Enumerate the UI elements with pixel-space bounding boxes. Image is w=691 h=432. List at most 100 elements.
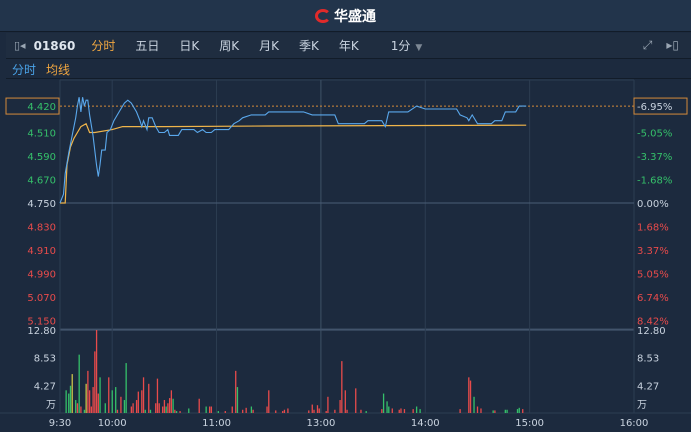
volume-bar	[76, 403, 79, 413]
volume-bar	[365, 411, 367, 413]
volume-bar	[174, 409, 176, 413]
volume-bar	[386, 401, 388, 413]
volume-bar	[125, 363, 127, 413]
volume-bar	[92, 387, 94, 413]
volume-bar	[137, 391, 139, 413]
volume-bar	[78, 354, 80, 413]
volume-bar	[360, 409, 362, 413]
volume-bar	[85, 383, 87, 413]
volume-bar	[208, 406, 211, 413]
volume-bar	[381, 409, 383, 413]
volume-bar	[80, 406, 82, 413]
volume-bar	[469, 380, 472, 413]
volume-bar	[65, 390, 67, 413]
volume-bar	[388, 406, 390, 413]
volume-bar	[170, 390, 173, 413]
time-tick-label: 14:00	[411, 418, 440, 429]
volume-bar	[398, 409, 400, 413]
volume-bar	[142, 377, 145, 413]
volume-bar	[327, 396, 329, 413]
volume-bar	[344, 390, 346, 413]
price-tick-label: 4.670	[27, 176, 56, 187]
volume-bar	[235, 370, 237, 413]
time-tick-label: 10:00	[98, 418, 127, 429]
volume-bar	[287, 408, 289, 413]
volume-bar	[318, 408, 320, 413]
volume-bar	[156, 378, 159, 413]
price-tick-label: 4.590	[27, 152, 56, 163]
pct-tick-label: 6.74%	[637, 293, 669, 304]
time-tick-label: 9:30	[49, 418, 71, 429]
volume-bar	[480, 408, 482, 413]
volume-bar	[419, 409, 421, 413]
volume-bar	[158, 403, 160, 413]
volume-bar	[242, 409, 244, 413]
volume-bar	[283, 409, 286, 413]
volume-bar	[198, 398, 200, 413]
volume-tick-label: 4.27	[637, 381, 659, 392]
volume-bar	[168, 398, 171, 413]
volume-bar	[162, 406, 164, 413]
volume-bar	[188, 408, 190, 413]
time-tick-label: 13:00	[306, 418, 335, 429]
pct-tick-label: 0.00%	[637, 199, 669, 210]
volume-bar	[71, 374, 73, 413]
volume-bar	[346, 409, 348, 413]
volume-bar	[415, 406, 418, 413]
volume-bar	[224, 411, 226, 413]
volume-bar	[313, 409, 315, 413]
volume-bar	[108, 377, 110, 413]
price-tick-label: 4.510	[27, 129, 56, 140]
pct-tick-label: -3.37%	[637, 152, 672, 163]
volume-bar	[494, 410, 496, 413]
volume-bar	[141, 390, 143, 413]
volume-bar	[275, 410, 277, 413]
volume-bar	[236, 387, 239, 413]
price-tick-label: 4.830	[27, 223, 56, 234]
volume-bar	[111, 390, 113, 413]
volume-bar	[167, 403, 169, 413]
volume-bar	[252, 409, 254, 413]
volume-bar	[75, 400, 77, 413]
volume-bar	[468, 377, 470, 413]
price-tick-label: 4.990	[27, 270, 56, 281]
volume-bar	[97, 393, 99, 413]
volume-unit-label: 万	[46, 400, 56, 411]
pct-tick-label: 1.68%	[637, 223, 669, 234]
volume-bar	[149, 409, 152, 413]
volume-bar	[400, 408, 402, 413]
volume-bar	[104, 403, 106, 413]
volume-bar	[492, 410, 494, 413]
volume-bar	[282, 411, 284, 413]
volume-bar	[231, 406, 233, 413]
volume-tick-label: 8.53	[34, 354, 56, 365]
volume-bar	[120, 396, 122, 413]
volume-unit-label: 万	[637, 400, 647, 411]
volume-bar	[205, 406, 207, 413]
volume-bar	[144, 409, 146, 413]
volume-bar	[148, 383, 150, 413]
volume-bar	[69, 385, 72, 413]
volume-bar	[268, 390, 270, 413]
volume-bar	[95, 330, 98, 413]
volume-bar	[132, 403, 134, 413]
volume-bar	[506, 409, 508, 413]
volume-bar	[341, 361, 343, 413]
price-line	[59, 97, 527, 204]
volume-bar	[99, 377, 101, 413]
price-tick-label: 4.750	[27, 199, 56, 210]
volume-bar	[325, 411, 327, 413]
volume-bar	[83, 409, 86, 413]
pct-tick-label: -5.05%	[637, 129, 672, 140]
volume-bar	[245, 407, 247, 413]
volume-bar	[522, 409, 524, 413]
last-pct-label: -6.95%	[637, 102, 672, 113]
volume-bar	[87, 370, 89, 413]
volume-bar	[339, 400, 341, 413]
volume-bar	[355, 388, 357, 413]
time-tick-label: 15:00	[515, 418, 544, 429]
volume-bar	[391, 408, 393, 413]
pct-tick-label: 5.05%	[637, 270, 669, 281]
volume-bar	[210, 406, 213, 413]
last-price-label: 4.420	[27, 102, 56, 113]
